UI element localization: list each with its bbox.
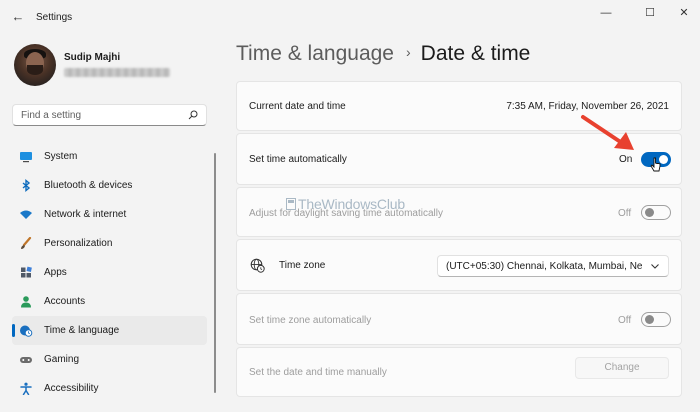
- daylight-saving-state: Off: [618, 208, 632, 219]
- chevron-down-icon: [651, 264, 659, 269]
- sidebar-item-label: Accounts: [44, 296, 86, 307]
- person-icon: [21, 296, 31, 308]
- accessibility-icon: [20, 382, 32, 395]
- bluetooth-icon: [22, 179, 31, 192]
- sidebar-item-system[interactable]: System: [12, 142, 207, 171]
- sidebar-item-accounts[interactable]: Accounts: [12, 287, 207, 316]
- sidebar-item-label: Apps: [44, 267, 67, 278]
- sidebar-item-label: Network & internet: [44, 209, 127, 220]
- sidebar-item-time-language[interactable]: Time & language: [12, 316, 207, 345]
- set-tz-auto-state: Off: [618, 315, 632, 326]
- sidebar-item-personalization[interactable]: Personalization: [12, 229, 207, 258]
- watermark-logo-icon: [286, 198, 296, 210]
- sidebar-item-network[interactable]: Network & internet: [12, 200, 207, 229]
- sidebar-item-accessibility[interactable]: Accessibility: [12, 374, 207, 403]
- set-tz-auto-toggle[interactable]: [641, 312, 671, 327]
- sidebar-item-label: Accessibility: [44, 383, 99, 394]
- apps-icon: [21, 266, 32, 278]
- time-zone-value: (UTC+05:30) Chennai, Kolkata, Mumbai, Ne…: [446, 261, 642, 272]
- sidebar-item-label: Personalization: [44, 238, 113, 249]
- daylight-saving-card: Adjust for daylight saving time automati…: [236, 187, 682, 237]
- breadcrumb: Time & language › Date & time: [236, 42, 530, 66]
- current-datetime-value: 7:35 AM, Friday, November 26, 2021: [506, 101, 669, 112]
- sidebar-item-label: System: [44, 151, 78, 162]
- minimize-button[interactable]: —: [596, 5, 616, 21]
- time-zone-label: Time zone: [279, 260, 326, 271]
- watermark-text: TheWindowsClub: [298, 196, 405, 212]
- set-time-auto-state: On: [619, 154, 633, 165]
- sidebar-item-bluetooth[interactable]: Bluetooth & devices: [12, 171, 207, 200]
- gamepad-icon: [20, 357, 32, 363]
- search-input[interactable]: [21, 108, 181, 122]
- breadcrumb-parent[interactable]: Time & language: [236, 42, 394, 65]
- current-datetime-label: Current date and time: [249, 101, 346, 112]
- globe-clock-icon: [250, 258, 265, 273]
- watermark: TheWindowsClub: [286, 196, 405, 212]
- close-button[interactable]: ✕: [674, 5, 694, 21]
- brush-icon: [21, 237, 32, 249]
- sidebar-nav: System Bluetooth & devices Network & int…: [12, 142, 207, 403]
- sidebar-scrollbar[interactable]: [214, 153, 216, 393]
- sidebar-item-label: Time & language: [44, 325, 120, 336]
- maximize-button[interactable]: ☐: [640, 5, 660, 21]
- wifi-icon: [20, 210, 32, 219]
- mouse-cursor-icon: [650, 157, 661, 172]
- search-icon[interactable]: [188, 110, 198, 120]
- set-tz-auto-label: Set time zone automatically: [249, 315, 372, 326]
- sidebar-item-label: Gaming: [44, 354, 80, 365]
- globe-clock-icon: [20, 325, 33, 337]
- avatar[interactable]: [14, 44, 56, 86]
- monitor-icon: [20, 152, 32, 163]
- set-time-auto-label: Set time automatically: [249, 154, 347, 165]
- sidebar-item-gaming[interactable]: Gaming: [12, 345, 207, 374]
- back-arrow-icon[interactable]: ←: [10, 9, 26, 25]
- active-indicator: [12, 324, 15, 337]
- set-tz-auto-card: Set time zone automatically Off: [236, 293, 682, 345]
- change-button[interactable]: Change: [575, 357, 669, 379]
- app-title: Settings: [36, 12, 73, 23]
- search-box[interactable]: [12, 104, 207, 126]
- profile-email-blurred: [64, 68, 170, 77]
- daylight-saving-toggle[interactable]: [641, 205, 671, 220]
- time-zone-card: Time zone (UTC+05:30) Chennai, Kolkata, …: [236, 239, 682, 291]
- sidebar-item-label: Bluetooth & devices: [44, 180, 133, 191]
- profile-name: Sudip Majhi: [64, 52, 121, 63]
- title-bar: ← Settings — ☐ ✕: [0, 0, 700, 36]
- page-title: Date & time: [420, 42, 531, 65]
- annotation-arrow-icon: [581, 115, 634, 150]
- breadcrumb-separator: ›: [405, 44, 411, 60]
- sidebar-item-apps[interactable]: Apps: [12, 258, 207, 287]
- manual-datetime-card: Set the date and time manually Change: [236, 347, 682, 397]
- manual-datetime-label: Set the date and time manually: [249, 367, 387, 378]
- time-zone-dropdown[interactable]: (UTC+05:30) Chennai, Kolkata, Mumbai, Ne…: [437, 255, 669, 277]
